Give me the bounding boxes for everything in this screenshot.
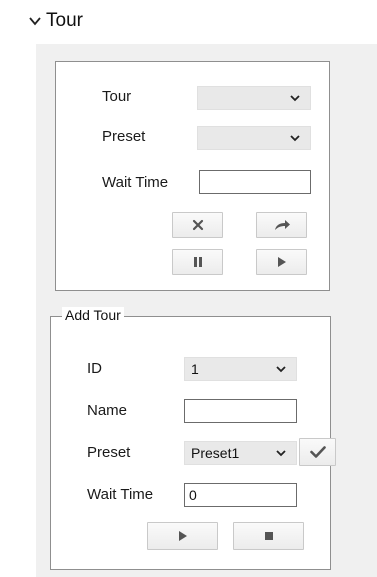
add-wait-time-input[interactable]: 0 <box>184 483 297 507</box>
play-icon <box>277 257 286 267</box>
chevron-down-icon <box>290 95 300 102</box>
name-input[interactable] <box>184 399 297 423</box>
add-tour-legend: Add Tour <box>62 307 124 323</box>
add-preset-select[interactable]: Preset1 <box>184 441 297 465</box>
stop-tour-button[interactable] <box>233 522 304 550</box>
add-preset-label: Preset <box>87 444 131 461</box>
delete-tour-button[interactable] <box>172 212 223 238</box>
section-header-tour[interactable]: Tour <box>28 8 83 34</box>
tour-select[interactable] <box>197 86 311 110</box>
wait-time-label: Wait Time <box>102 174 169 191</box>
stop-icon <box>264 532 273 540</box>
start-tour-button[interactable] <box>147 522 218 550</box>
tour-label: Tour <box>102 88 132 105</box>
name-label: Name <box>87 402 128 419</box>
pause-tour-button[interactable] <box>172 249 223 275</box>
preset-label: Preset <box>102 128 146 145</box>
section-title: Tour <box>46 10 83 31</box>
id-select[interactable]: 1 <box>184 357 297 381</box>
play-icon <box>178 531 187 541</box>
wait-time-input[interactable] <box>199 170 311 194</box>
add-preset-select-value: Preset1 <box>191 445 240 461</box>
add-preset-button[interactable] <box>299 438 336 466</box>
id-select-value: 1 <box>191 361 199 377</box>
close-icon <box>192 219 203 231</box>
add-wait-time-label: Wait Time <box>87 486 154 503</box>
arrow-right-icon <box>274 220 290 230</box>
add-wait-time-value: 0 <box>189 487 197 503</box>
chevron-down-icon <box>290 135 300 142</box>
id-label: ID <box>87 360 102 377</box>
go-to-tour-button[interactable] <box>256 212 307 238</box>
chevron-down-icon <box>29 17 41 26</box>
pause-icon <box>193 257 202 267</box>
check-icon <box>309 446 326 458</box>
chevron-down-icon <box>276 366 286 373</box>
play-tour-button[interactable] <box>256 249 307 275</box>
chevron-down-icon <box>276 450 286 457</box>
preset-select[interactable] <box>197 126 311 150</box>
